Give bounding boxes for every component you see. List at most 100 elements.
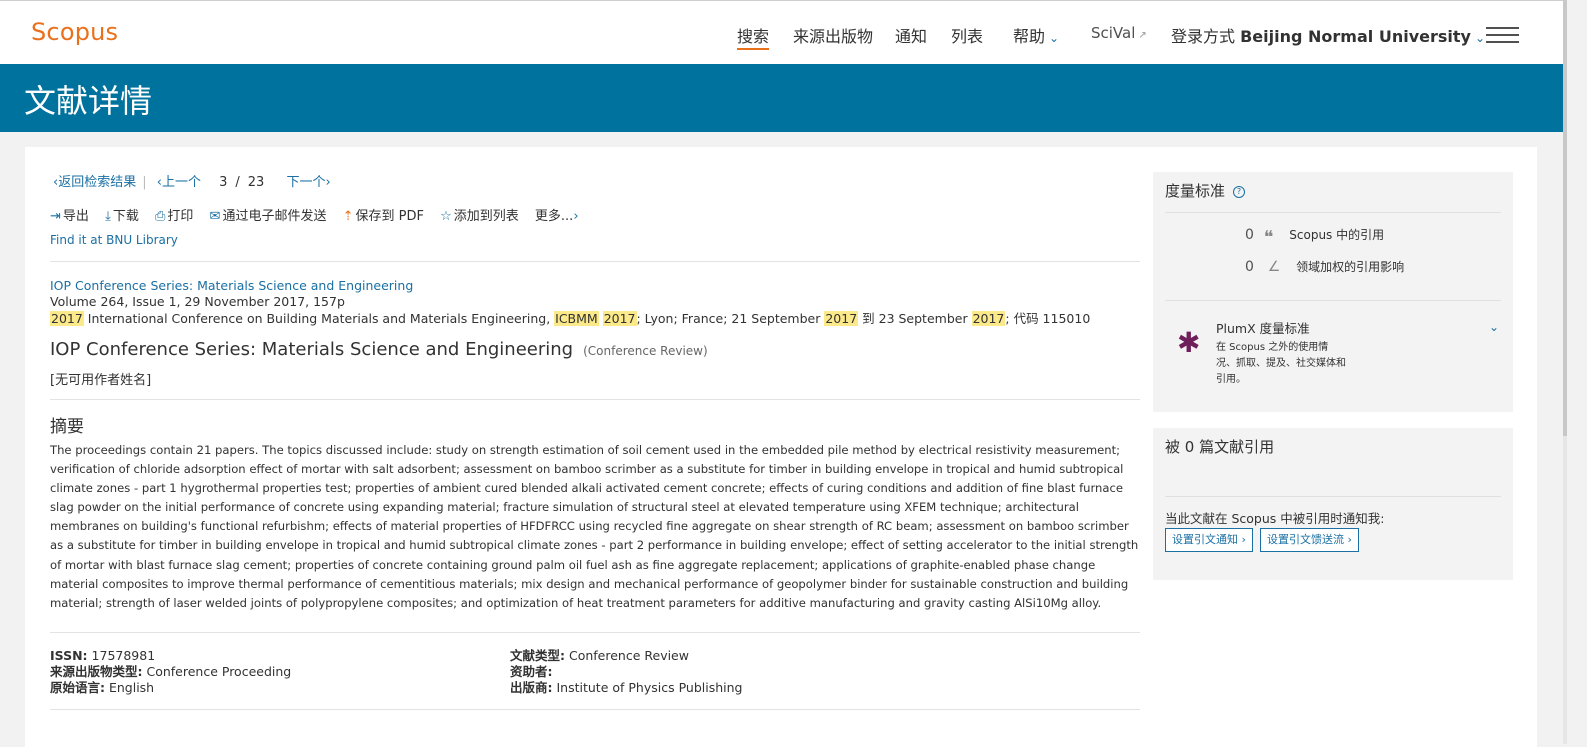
set-citation-feed-button[interactable]: 设置引文馈送流 › [1260, 528, 1359, 552]
plumx-title[interactable]: PlumX 度量标准 [1216, 318, 1310, 337]
save-pdf-button[interactable]: ⇡ 保存到 PDF [343, 209, 424, 224]
doctype-value: Conference Review [565, 648, 689, 663]
total-count: 23 [247, 175, 265, 190]
citation-notify-text: 当此文献在 Scopus 中被引用时通知我: [1165, 511, 1385, 526]
print-label: 打印 [167, 209, 194, 224]
more-label: 更多... [534, 209, 574, 224]
volume-line: Volume 264, Issue 1, 29 November 2017, 1… [50, 294, 345, 309]
metadata-left: ISSN: 17578981 来源出版物类型: Conference Proce… [50, 648, 291, 696]
set-citation-alert-button[interactable]: 设置引文通知 › [1165, 528, 1253, 552]
conference-text: 到 23 September [858, 311, 972, 326]
divider [50, 261, 1140, 262]
divider [50, 632, 1140, 633]
next-link[interactable]: 下一个› [286, 175, 330, 190]
page-title-band: 文献详情 [0, 64, 1563, 132]
export-button[interactable]: ⇥ 导出 [50, 209, 89, 224]
more-button[interactable]: 更多...› [535, 209, 581, 224]
conference-text: ; 代码 115010 [1005, 311, 1091, 326]
hamburger-menu-icon[interactable] [1486, 27, 1519, 43]
download-icon: ⤓ [105, 209, 111, 224]
external-link-icon: ↗ [1138, 30, 1147, 41]
nav-scival[interactable]: SciVal ↗ [1091, 24, 1147, 42]
doctype-row: 文献类型: Conference Review [510, 648, 742, 664]
sponsor-label: 资助者: [510, 664, 553, 679]
prev-label: 上一个 [161, 175, 201, 190]
chevron-right-icon: › [573, 209, 579, 224]
publisher-row: 出版商: Institute of Physics Publishing [510, 680, 742, 696]
citations-label: Scopus 中的引用 [1289, 228, 1385, 242]
download-button[interactable]: ⤓ 下载 [105, 209, 139, 224]
prev-link[interactable]: ‹上一个 [157, 175, 201, 190]
document-type: (Conference Review) [583, 344, 708, 358]
issn-label: ISSN: [50, 648, 88, 663]
scopus-citations-metric[interactable]: 0 ❝ Scopus 中的引用 [1245, 226, 1384, 248]
search-highlight: 2017 [971, 311, 1006, 326]
pager-slash: / [235, 175, 240, 190]
language-row: 原始语言: English [50, 680, 291, 696]
star-icon: ☆ [440, 209, 452, 224]
quote-icon: ❝ [1263, 227, 1274, 248]
issn-value: 17578981 [87, 648, 156, 663]
next-label: 下一个 [286, 175, 326, 190]
email-icon: ✉ [209, 209, 221, 224]
result-pager: ‹返回检索结果 | ‹上一个 3 / 23 下一个› [53, 171, 331, 190]
login-prefix: 登录方式 [1171, 27, 1236, 46]
nav-lists[interactable]: 列表 [951, 23, 983, 47]
fwci-metric[interactable]: 0 ∠ 领域加权的引用影响 [1245, 258, 1404, 275]
plumx-icon: ✱ [1177, 326, 1201, 359]
sponsor-row: 资助者: [510, 664, 742, 680]
add-list-label: 添加到列表 [453, 209, 519, 224]
print-button[interactable]: ⎙ 打印 [155, 209, 193, 224]
metrics-heading-label: 度量标准 [1165, 182, 1226, 200]
back-to-results-link[interactable]: ‹返回检索结果 [53, 175, 136, 190]
search-highlight: 2017 [50, 311, 84, 326]
email-button[interactable]: ✉ 通过电子邮件发送 [210, 209, 327, 224]
chevron-down-icon: ⌄ [1474, 31, 1486, 45]
scopus-logo[interactable]: Scopus [31, 18, 118, 46]
nav-login[interactable]: 登录方式 Beijing Normal University ⌄ [1171, 23, 1485, 47]
source-type-row: 来源出版物类型: Conference Proceeding [50, 664, 291, 680]
conference-text: International Conference on Building Mat… [83, 311, 555, 326]
fwci-label: 领域加权的引用影响 [1296, 260, 1405, 274]
source-type-label: 来源出版物类型: [50, 664, 143, 679]
find-at-library-link[interactable]: Find it at BNU Library [50, 233, 178, 247]
export-label: 导出 [62, 209, 89, 224]
nav-sources[interactable]: 来源出版物 [793, 23, 873, 47]
top-navigation: Scopus 搜索 来源出版物 通知 列表 帮助 ⌄ SciVal ↗ 登录方式 B… [0, 0, 1566, 65]
print-icon: ⎙ [154, 209, 166, 224]
add-to-list-button[interactable]: ☆ 添加到列表 [440, 209, 519, 224]
search-highlight: 2017 [824, 311, 859, 326]
cited-by-heading: 被 0 篇文献引用 [1165, 438, 1275, 456]
help-icon[interactable]: ? [1233, 185, 1246, 198]
export-icon: ⇥ [50, 209, 61, 224]
issn-row: ISSN: 17578981 [50, 648, 291, 664]
institution-name: Beijing Normal University [1240, 27, 1471, 46]
divider: | [142, 175, 147, 190]
back-label: 返回检索结果 [58, 175, 137, 190]
chevron-down-icon[interactable]: ⌄ [1489, 320, 1499, 334]
save-pdf-label: 保存到 PDF [355, 209, 424, 224]
divider [1165, 212, 1501, 213]
scrollbar-thumb[interactable] [1563, 0, 1567, 436]
page-title: 文献详情 [24, 82, 153, 120]
conference-line: 2017 International Conference on Buildin… [50, 311, 1090, 327]
email-label: 通过电子邮件发送 [222, 209, 327, 224]
metrics-panel: 度量标准? 0 ❝ Scopus 中的引用 0 ∠ 领域加权的引用影响 ✱ Pl… [1153, 172, 1513, 412]
nav-help[interactable]: 帮助 ⌄ [1013, 23, 1059, 47]
document-actions: ⇥ 导出 ⤓ 下载 ⎙ 打印 ✉ 通过电子邮件发送 ⇡ 保存到 PDF ☆ 添加到列表 更多… [50, 205, 593, 224]
source-series-link[interactable]: IOP Conference Series: Materials Science… [50, 278, 413, 293]
language-value: English [105, 680, 155, 695]
publisher-label: 出版商: [510, 680, 553, 695]
authors: [无可用作者姓名] [50, 373, 152, 388]
source-info: IOP Conference Series: Materials Science… [50, 278, 1090, 327]
abstract-heading: 摘要 [50, 417, 84, 437]
divider [50, 399, 1140, 400]
fwci-count: 0 [1245, 259, 1254, 275]
document-title-row: IOP Conference Series: Materials Science… [50, 339, 708, 360]
conference-text: ; Lyon; France; 21 September [636, 311, 825, 326]
pdf-icon: ⇡ [342, 209, 354, 224]
download-label: 下载 [112, 209, 139, 224]
nav-search[interactable]: 搜索 [737, 23, 770, 50]
cited-by-panel: 被 0 篇文献引用 当此文献在 Scopus 中被引用时通知我: 设置引文通知 … [1153, 428, 1513, 580]
nav-alerts[interactable]: 通知 [895, 23, 927, 47]
